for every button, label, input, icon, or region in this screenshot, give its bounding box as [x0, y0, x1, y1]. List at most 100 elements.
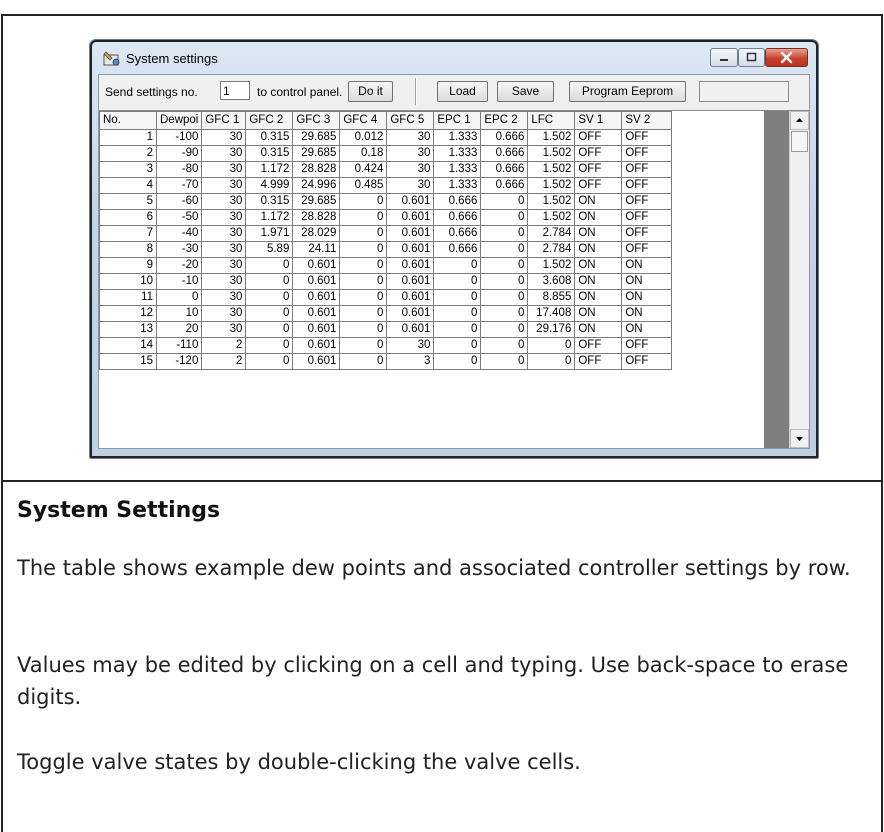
value-cell[interactable]: 0	[339, 289, 388, 306]
value-cell[interactable]: 0	[245, 273, 294, 290]
valve-cell[interactable]: OFF	[621, 129, 673, 146]
value-cell[interactable]: 0.666	[480, 177, 529, 194]
scroll-thumb[interactable]	[791, 131, 808, 152]
valve-cell[interactable]: ON	[621, 289, 673, 306]
value-cell[interactable]: 28.029	[292, 225, 341, 242]
valve-cell[interactable]: OFF	[621, 225, 673, 242]
value-cell[interactable]: 0.666	[433, 193, 482, 210]
value-cell[interactable]: 28.828	[292, 161, 341, 178]
valve-cell[interactable]: ON	[574, 289, 623, 306]
value-cell[interactable]: 0.666	[480, 145, 529, 162]
value-cell[interactable]: 0	[433, 337, 482, 354]
value-cell[interactable]: 0.601	[386, 289, 435, 306]
value-cell[interactable]: 0	[480, 257, 529, 274]
value-cell[interactable]: 0	[245, 257, 294, 274]
value-cell[interactable]: 0.666	[433, 209, 482, 226]
value-cell[interactable]: 1.172	[245, 209, 294, 226]
value-cell[interactable]: 0	[480, 241, 529, 258]
valve-cell[interactable]: OFF	[574, 337, 623, 354]
valve-cell[interactable]: OFF	[621, 145, 673, 162]
value-cell[interactable]: -10	[155, 273, 203, 290]
value-cell[interactable]: 0.666	[433, 241, 482, 258]
value-cell[interactable]: 30	[201, 225, 247, 242]
value-cell[interactable]: 0.315	[245, 193, 294, 210]
value-cell[interactable]: 0.18	[339, 145, 388, 162]
value-cell[interactable]: 3	[386, 353, 435, 370]
value-cell[interactable]: 0	[433, 305, 482, 322]
value-cell[interactable]: 0.666	[480, 129, 529, 146]
valve-cell[interactable]: ON	[574, 241, 623, 258]
value-cell[interactable]: -110	[155, 337, 203, 354]
value-cell[interactable]: 0	[155, 289, 203, 306]
valve-cell[interactable]: OFF	[621, 353, 673, 370]
valve-cell[interactable]: OFF	[574, 177, 623, 194]
value-cell[interactable]: 0.315	[245, 129, 294, 146]
valve-cell[interactable]: OFF	[621, 193, 673, 210]
save-button[interactable]: Save	[497, 81, 554, 102]
value-cell[interactable]: -120	[155, 353, 203, 370]
value-cell[interactable]: 0	[527, 353, 576, 370]
do-it-button[interactable]: Do it	[348, 81, 393, 102]
scroll-down-button[interactable]	[790, 429, 809, 448]
value-cell[interactable]: 0	[433, 289, 482, 306]
value-cell[interactable]: 0.601	[292, 289, 341, 306]
value-cell[interactable]: 1.971	[245, 225, 294, 242]
valve-cell[interactable]: ON	[574, 193, 623, 210]
value-cell[interactable]: 0	[339, 257, 388, 274]
value-cell[interactable]: -20	[155, 257, 203, 274]
title-bar[interactable]: System settings	[94, 44, 814, 72]
value-cell[interactable]: -40	[155, 225, 203, 242]
value-cell[interactable]: 17.408	[527, 305, 576, 322]
value-cell[interactable]: 0	[339, 209, 388, 226]
value-cell[interactable]: 0	[433, 257, 482, 274]
value-cell[interactable]: 2.784	[527, 241, 576, 258]
value-cell[interactable]: -70	[155, 177, 203, 194]
valve-cell[interactable]: ON	[621, 321, 673, 338]
value-cell[interactable]: 0.666	[433, 225, 482, 242]
value-cell[interactable]: 1.333	[433, 161, 482, 178]
value-cell[interactable]: 0	[480, 337, 529, 354]
value-cell[interactable]: 0.315	[245, 145, 294, 162]
value-cell[interactable]: 1.333	[433, 177, 482, 194]
value-cell[interactable]: 0	[480, 209, 529, 226]
valve-cell[interactable]: OFF	[574, 129, 623, 146]
value-cell[interactable]: 30	[201, 241, 247, 258]
valve-cell[interactable]: ON	[574, 273, 623, 290]
value-cell[interactable]: 0.601	[292, 257, 341, 274]
value-cell[interactable]: 0	[527, 337, 576, 354]
value-cell[interactable]: 29.176	[527, 321, 576, 338]
value-cell[interactable]: 4.999	[245, 177, 294, 194]
value-cell[interactable]: 2.784	[527, 225, 576, 242]
load-button[interactable]: Load	[437, 81, 488, 102]
value-cell[interactable]: 0	[339, 321, 388, 338]
value-cell[interactable]: 0	[480, 273, 529, 290]
value-cell[interactable]: -60	[155, 193, 203, 210]
vertical-scrollbar[interactable]	[789, 111, 809, 448]
value-cell[interactable]: 0.601	[292, 305, 341, 322]
value-cell[interactable]: 0	[480, 193, 529, 210]
valve-cell[interactable]: OFF	[621, 337, 673, 354]
value-cell[interactable]: 0	[245, 337, 294, 354]
value-cell[interactable]: 30	[201, 145, 247, 162]
value-cell[interactable]: 30	[201, 161, 247, 178]
program-eeprom-button[interactable]: Program Eeprom	[569, 81, 686, 102]
value-cell[interactable]: 0.424	[339, 161, 388, 178]
valve-cell[interactable]: ON	[574, 225, 623, 242]
value-cell[interactable]: 2	[201, 353, 247, 370]
value-cell[interactable]: 30	[201, 289, 247, 306]
valve-cell[interactable]: OFF	[621, 161, 673, 178]
value-cell[interactable]: 0.666	[480, 161, 529, 178]
value-cell[interactable]: 30	[386, 177, 435, 194]
value-cell[interactable]: 0.601	[386, 241, 435, 258]
value-cell[interactable]: 30	[201, 193, 247, 210]
value-cell[interactable]: 0	[339, 337, 388, 354]
value-cell[interactable]: 1.502	[527, 209, 576, 226]
value-cell[interactable]: 0	[339, 225, 388, 242]
value-cell[interactable]: 0.485	[339, 177, 388, 194]
value-cell[interactable]: 24.996	[292, 177, 341, 194]
value-cell[interactable]: 0	[245, 321, 294, 338]
value-cell[interactable]: 24.11	[292, 241, 341, 258]
minimize-button[interactable]	[710, 48, 738, 67]
value-cell[interactable]: 0	[480, 353, 529, 370]
value-cell[interactable]: 0	[433, 273, 482, 290]
